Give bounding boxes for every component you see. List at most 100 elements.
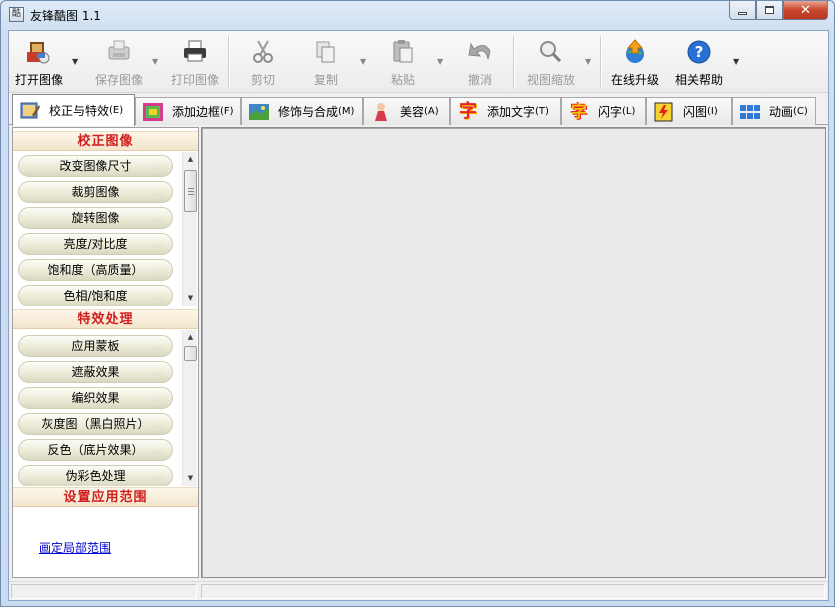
zoom-button[interactable]: 视图缩放 bbox=[523, 35, 579, 89]
cut-label: 剪切 bbox=[250, 73, 275, 87]
tab-add-border[interactable]: 添加边框 (F) bbox=[135, 97, 241, 125]
print-icon bbox=[184, 40, 206, 62]
tab-animation-shortcut: (C) bbox=[793, 106, 808, 117]
maximize-button[interactable] bbox=[756, 1, 783, 20]
tab-beauty[interactable]: 美容 (A) bbox=[363, 97, 450, 125]
image-canvas[interactable] bbox=[201, 127, 826, 578]
copy-button[interactable]: 复制 bbox=[304, 35, 348, 89]
list-item-grayscale[interactable]: 灰度图（黑白照片） bbox=[18, 413, 173, 435]
online-upgrade-button[interactable]: 在线升级 bbox=[607, 35, 663, 89]
list-item-crop[interactable]: 裁剪图像 bbox=[18, 181, 173, 203]
scroll-down-icon[interactable]: ▼ bbox=[183, 471, 198, 486]
list-item-saturation[interactable]: 饱和度（高质量） bbox=[18, 259, 173, 281]
tab-decorate-compose-shortcut: (M) bbox=[338, 106, 355, 117]
paste-button[interactable]: 粘贴 bbox=[381, 35, 425, 89]
help-icon: ? bbox=[687, 40, 711, 64]
effects-list: 应用蒙板 遮蔽效果 编织效果 灰度图（黑白照片） 反色（底片效果） 伪彩色处理 … bbox=[13, 330, 198, 486]
correction-list: 改变图像尺寸 裁剪图像 旋转图像 亮度/对比度 饱和度（高质量） 色相/饱和度 … bbox=[13, 152, 198, 306]
section-title-correction: 校正图像 bbox=[13, 131, 198, 151]
title-bar[interactable]: 酷 友锋酷图 1.1 ✕ bbox=[1, 1, 834, 29]
tab-animation[interactable]: 动画 (C) bbox=[732, 97, 816, 125]
save-image-label: 保存图像 bbox=[94, 73, 143, 87]
tab-flash-text-label: 闪字 bbox=[598, 105, 623, 119]
close-button[interactable]: ✕ bbox=[783, 1, 828, 20]
cut-button[interactable]: 剪切 bbox=[241, 35, 285, 89]
scroll-thumb[interactable] bbox=[184, 170, 197, 212]
tab-decorate-compose[interactable]: 修饰与合成 (M) bbox=[241, 97, 363, 125]
scroll-up-icon[interactable]: ▲ bbox=[183, 152, 198, 167]
grip-line bbox=[188, 191, 194, 192]
print-image-button[interactable]: 打印图像 bbox=[167, 35, 223, 89]
window-controls: ✕ bbox=[729, 1, 828, 20]
add-text-icon: 字 bbox=[459, 100, 477, 122]
help-label: 相关帮助 bbox=[674, 73, 723, 87]
online-upgrade-icon bbox=[626, 39, 644, 63]
function-panel: 校正图像 改变图像尺寸 裁剪图像 旋转图像 亮度/对比度 饱和度（高质量） 色相… bbox=[12, 127, 199, 578]
list-item-resize[interactable]: 改变图像尺寸 bbox=[18, 155, 173, 177]
tab-beauty-shortcut: (A) bbox=[424, 106, 439, 117]
client-area: 打开图像 ▼ 保存图像 ▼ 打印图像 剪切 复制 ▼ 粘贴 ▼ 撤消 视图缩放 … bbox=[8, 30, 829, 601]
save-image-dropdown[interactable]: ▼ bbox=[152, 57, 158, 66]
tab-correction-effects-shortcut: (E) bbox=[109, 105, 124, 116]
zoom-label: 视图缩放 bbox=[526, 73, 575, 87]
define-local-range-link[interactable]: 画定局部范围 bbox=[39, 539, 111, 556]
minimize-icon bbox=[738, 11, 747, 15]
scroll-up-icon[interactable]: ▲ bbox=[183, 330, 198, 345]
undo-label: 撤消 bbox=[467, 73, 492, 87]
open-image-dropdown[interactable]: ▼ bbox=[72, 57, 78, 66]
copy-icon bbox=[316, 41, 335, 63]
tab-correction-effects[interactable]: 校正与特效 (E) bbox=[12, 94, 135, 126]
undo-button[interactable]: 撤消 bbox=[458, 35, 502, 89]
list-item-occlusion[interactable]: 遮蔽效果 bbox=[18, 361, 173, 383]
list-item-brightness-contrast[interactable]: 亮度/对比度 bbox=[18, 233, 173, 255]
decorate-compose-icon bbox=[249, 103, 269, 120]
status-pane bbox=[11, 584, 197, 599]
tab-beauty-label: 美容 bbox=[400, 105, 425, 119]
paste-icon bbox=[393, 40, 413, 63]
tab-flash-text[interactable]: 字 闪字 (L) bbox=[561, 97, 646, 125]
tab-flash-image-label: 闪图 bbox=[683, 105, 708, 119]
list-item-pseudocolor[interactable]: 伪彩色处理 bbox=[18, 465, 173, 486]
open-image-icon bbox=[27, 42, 50, 64]
list-item-weave[interactable]: 编织效果 bbox=[18, 387, 173, 409]
tab-flash-text-shortcut: (L) bbox=[622, 106, 636, 117]
add-border-icon bbox=[143, 102, 163, 121]
toolbar: 打开图像 ▼ 保存图像 ▼ 打印图像 剪切 复制 ▼ 粘贴 ▼ 撤消 视图缩放 … bbox=[9, 31, 828, 93]
window-title: 友锋酷图 1.1 bbox=[30, 9, 101, 23]
category-tabs: 校正与特效 (E) 添加边框 (F) 修饰与合成 (M) 美容 (A) 字 添加… bbox=[9, 94, 828, 126]
correction-scrollbar[interactable]: ▲ ▼ bbox=[182, 152, 197, 306]
tab-add-border-label: 添加边框 bbox=[172, 105, 221, 119]
section-title-effects: 特效处理 bbox=[13, 309, 198, 329]
effects-scrollbar[interactable]: ▲ ▼ bbox=[182, 330, 197, 486]
section-title-range: 设置应用范围 bbox=[13, 487, 198, 507]
list-item-hue-saturation[interactable]: 色相/饱和度 bbox=[18, 285, 173, 306]
tab-correction-effects-label: 校正与特效 bbox=[49, 104, 110, 118]
online-upgrade-label: 在线升级 bbox=[610, 73, 659, 87]
tab-add-text-shortcut: (T) bbox=[535, 106, 549, 117]
list-item-apply-mask[interactable]: 应用蒙板 bbox=[18, 335, 173, 357]
list-item-invert[interactable]: 反色（底片效果） bbox=[18, 439, 173, 461]
zoom-dropdown[interactable]: ▼ bbox=[585, 57, 591, 66]
help-dropdown[interactable]: ▼ bbox=[733, 57, 739, 66]
minimize-button[interactable] bbox=[729, 1, 756, 20]
scroll-thumb[interactable] bbox=[184, 346, 197, 361]
tab-flash-image[interactable]: 闪图 (I) bbox=[646, 97, 732, 125]
help-button[interactable]: ? 相关帮助 bbox=[671, 35, 727, 89]
list-item-rotate[interactable]: 旋转图像 bbox=[18, 207, 173, 229]
app-logo-icon: 酷 bbox=[9, 7, 24, 22]
save-image-button[interactable]: 保存图像 bbox=[91, 35, 147, 89]
flash-image-icon bbox=[654, 102, 673, 121]
app-window: 酷 友锋酷图 1.1 ✕ 打开图像 ▼ 保存图像 ▼ 打印图像 剪切 复制 ▼ … bbox=[0, 0, 835, 607]
open-image-button[interactable]: 打开图像 bbox=[11, 35, 67, 89]
tab-decorate-compose-label: 修饰与合成 bbox=[278, 105, 339, 119]
scroll-down-icon[interactable]: ▼ bbox=[183, 291, 198, 306]
tab-add-text[interactable]: 字 添加文字 (T) bbox=[450, 97, 561, 125]
copy-dropdown[interactable]: ▼ bbox=[360, 57, 366, 66]
status-pane bbox=[201, 584, 825, 599]
open-image-label: 打开图像 bbox=[14, 73, 63, 87]
zoom-icon bbox=[540, 41, 562, 63]
tab-add-border-shortcut: (F) bbox=[220, 106, 234, 117]
tab-add-text-label: 添加文字 bbox=[487, 105, 536, 119]
grip-line bbox=[188, 188, 194, 189]
paste-dropdown[interactable]: ▼ bbox=[437, 57, 443, 66]
